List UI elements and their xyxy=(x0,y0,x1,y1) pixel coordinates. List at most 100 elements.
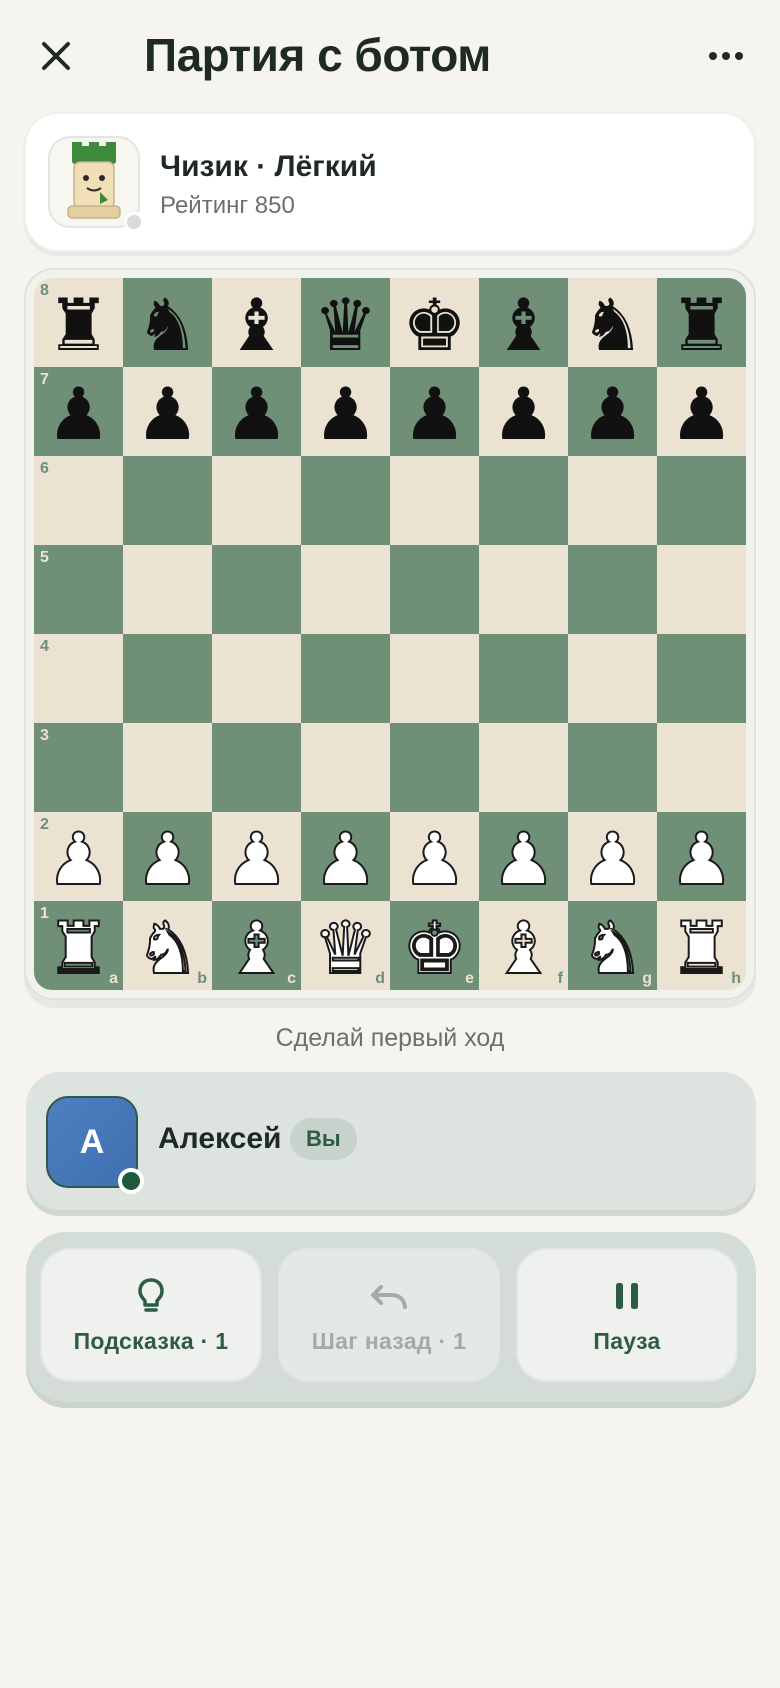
square-a8[interactable]: 8 ♜ xyxy=(34,278,123,367)
square-e8[interactable]: ♚ xyxy=(390,278,479,367)
close-button[interactable] xyxy=(30,30,82,82)
square-d2[interactable]: ♟ xyxy=(301,812,390,901)
black-piece[interactable]: ♛ xyxy=(313,289,378,361)
square-f7[interactable]: ♟ xyxy=(479,367,568,456)
square-h6[interactable] xyxy=(657,456,746,545)
more-options-button[interactable] xyxy=(696,30,756,82)
square-c1[interactable]: c ♝ xyxy=(212,901,301,990)
square-c4[interactable] xyxy=(212,634,301,723)
square-c7[interactable]: ♟ xyxy=(212,367,301,456)
square-a1[interactable]: 1 a ♜ xyxy=(34,901,123,990)
square-e5[interactable] xyxy=(390,545,479,634)
square-a5[interactable]: 5 xyxy=(34,545,123,634)
square-f5[interactable] xyxy=(479,545,568,634)
square-a4[interactable]: 4 xyxy=(34,634,123,723)
white-piece[interactable]: ♝ xyxy=(223,911,290,985)
square-e2[interactable]: ♟ xyxy=(390,812,479,901)
square-d7[interactable]: ♟ xyxy=(301,367,390,456)
chess-board[interactable]: 8 ♜ ♞ ♝ ♛ ♚ ♝ ♞ ♜ 7 ♟ ♟ ♟ ♟ ♟ ♟ ♟ ♟ 6 5 4 3 2 ♟ ♟ ♟ ♟ ♟ ♟ ♟ ♟ 1 a ♜ b ♞ c ♝ d ♛… xyxy=(34,278,746,990)
square-b4[interactable] xyxy=(123,634,212,723)
square-b5[interactable] xyxy=(123,545,212,634)
white-piece[interactable]: ♟ xyxy=(579,822,646,896)
square-d5[interactable] xyxy=(301,545,390,634)
white-piece[interactable]: ♝ xyxy=(490,911,557,985)
square-c2[interactable]: ♟ xyxy=(212,812,301,901)
white-piece[interactable]: ♞ xyxy=(134,911,201,985)
black-piece[interactable]: ♞ xyxy=(135,289,200,361)
black-piece[interactable]: ♞ xyxy=(580,289,645,361)
square-a7[interactable]: 7 ♟ xyxy=(34,367,123,456)
square-g4[interactable] xyxy=(568,634,657,723)
black-piece[interactable]: ♜ xyxy=(669,289,734,361)
square-c5[interactable] xyxy=(212,545,301,634)
square-d3[interactable] xyxy=(301,723,390,812)
white-piece[interactable]: ♟ xyxy=(45,822,112,896)
black-piece[interactable]: ♚ xyxy=(402,289,467,361)
square-f1[interactable]: f ♝ xyxy=(479,901,568,990)
black-piece[interactable]: ♝ xyxy=(224,289,289,361)
white-piece[interactable]: ♟ xyxy=(668,822,735,896)
square-a3[interactable]: 3 xyxy=(34,723,123,812)
square-f4[interactable] xyxy=(479,634,568,723)
black-piece[interactable]: ♟ xyxy=(491,378,556,450)
white-piece[interactable]: ♟ xyxy=(223,822,290,896)
square-d6[interactable] xyxy=(301,456,390,545)
square-e4[interactable] xyxy=(390,634,479,723)
square-g1[interactable]: g ♞ xyxy=(568,901,657,990)
square-c8[interactable]: ♝ xyxy=(212,278,301,367)
black-piece[interactable]: ♟ xyxy=(402,378,467,450)
white-piece[interactable]: ♛ xyxy=(312,911,379,985)
black-piece[interactable]: ♜ xyxy=(46,289,111,361)
square-b1[interactable]: b ♞ xyxy=(123,901,212,990)
square-h8[interactable]: ♜ xyxy=(657,278,746,367)
white-piece[interactable]: ♟ xyxy=(312,822,379,896)
square-c6[interactable] xyxy=(212,456,301,545)
square-h5[interactable] xyxy=(657,545,746,634)
square-f6[interactable] xyxy=(479,456,568,545)
white-piece[interactable]: ♞ xyxy=(579,911,646,985)
square-b8[interactable]: ♞ xyxy=(123,278,212,367)
square-d8[interactable]: ♛ xyxy=(301,278,390,367)
square-h7[interactable]: ♟ xyxy=(657,367,746,456)
square-g7[interactable]: ♟ xyxy=(568,367,657,456)
square-h1[interactable]: h ♜ xyxy=(657,901,746,990)
square-g8[interactable]: ♞ xyxy=(568,278,657,367)
black-piece[interactable]: ♟ xyxy=(135,378,200,450)
square-g6[interactable] xyxy=(568,456,657,545)
hint-button[interactable]: Подсказка · 1 xyxy=(40,1248,262,1382)
square-a2[interactable]: 2 ♟ xyxy=(34,812,123,901)
square-b7[interactable]: ♟ xyxy=(123,367,212,456)
square-e7[interactable]: ♟ xyxy=(390,367,479,456)
square-f8[interactable]: ♝ xyxy=(479,278,568,367)
white-piece[interactable]: ♜ xyxy=(45,911,112,985)
square-g3[interactable] xyxy=(568,723,657,812)
square-g2[interactable]: ♟ xyxy=(568,812,657,901)
square-f2[interactable]: ♟ xyxy=(479,812,568,901)
white-piece[interactable]: ♟ xyxy=(490,822,557,896)
square-b3[interactable] xyxy=(123,723,212,812)
black-piece[interactable]: ♟ xyxy=(46,378,111,450)
square-f3[interactable] xyxy=(479,723,568,812)
square-e6[interactable] xyxy=(390,456,479,545)
black-piece[interactable]: ♟ xyxy=(669,378,734,450)
pause-button[interactable]: Пауза xyxy=(516,1248,738,1382)
square-e1[interactable]: e ♚ xyxy=(390,901,479,990)
square-h4[interactable] xyxy=(657,634,746,723)
square-a6[interactable]: 6 xyxy=(34,456,123,545)
white-piece[interactable]: ♚ xyxy=(401,911,468,985)
square-d1[interactable]: d ♛ xyxy=(301,901,390,990)
square-e3[interactable] xyxy=(390,723,479,812)
square-h3[interactable] xyxy=(657,723,746,812)
black-piece[interactable]: ♟ xyxy=(224,378,289,450)
square-g5[interactable] xyxy=(568,545,657,634)
square-h2[interactable]: ♟ xyxy=(657,812,746,901)
white-piece[interactable]: ♜ xyxy=(668,911,735,985)
black-piece[interactable]: ♟ xyxy=(580,378,645,450)
square-b6[interactable] xyxy=(123,456,212,545)
square-c3[interactable] xyxy=(212,723,301,812)
black-piece[interactable]: ♟ xyxy=(313,378,378,450)
white-piece[interactable]: ♟ xyxy=(134,822,201,896)
square-d4[interactable] xyxy=(301,634,390,723)
undo-button[interactable]: Шаг назад · 1 xyxy=(278,1248,500,1382)
white-piece[interactable]: ♟ xyxy=(401,822,468,896)
